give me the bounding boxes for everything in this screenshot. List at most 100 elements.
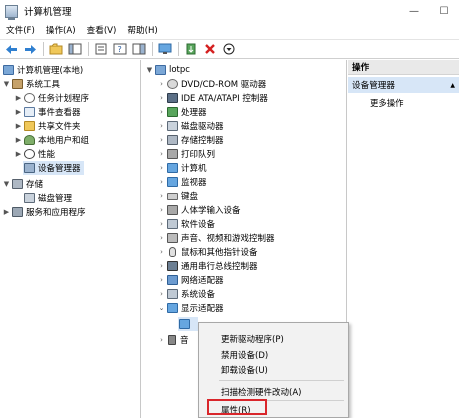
expand-arrow-icon[interactable]: ▶ (14, 94, 23, 102)
expand-arrow-icon[interactable]: › (157, 276, 166, 284)
expand-arrow-icon[interactable]: › (157, 336, 166, 344)
console-tree-button[interactable] (67, 41, 83, 57)
device-category-hid[interactable]: › 人体学输入设备 (157, 203, 241, 217)
menu-file[interactable]: 文件(F) (1, 24, 40, 36)
collapse-arrow-icon[interactable]: ▼ (2, 180, 11, 188)
usb-icon (167, 261, 178, 271)
expand-arrow-icon[interactable]: › (157, 108, 166, 116)
device-category-disk-drives[interactable]: › 磁盘驱动器 (157, 119, 224, 133)
device-category-audio-partial[interactable]: › 音 (157, 333, 189, 347)
device-category-system-devices[interactable]: › 系统设备 (157, 287, 215, 301)
tree-item-local-users[interactable]: ▶ 本地用户和组 (14, 133, 89, 147)
menu-item-uninstall-device[interactable]: 卸载设备(U) (221, 364, 268, 376)
tree-item-event-viewer[interactable]: ▶ 事件查看器 (14, 105, 81, 119)
expand-arrow-icon[interactable]: › (157, 192, 166, 200)
back-button[interactable] (3, 41, 19, 57)
menu-help[interactable]: 帮助(H) (122, 24, 162, 36)
menu-action[interactable]: 操作(A) (41, 24, 81, 36)
device-category-monitors[interactable]: › 监视器 (157, 175, 207, 189)
actions-pane: 操作 设备管理器 ▲ 更多操作 (348, 60, 459, 418)
maximize-button[interactable]: ☐ (429, 0, 459, 22)
scan-hardware-toolbar-button[interactable] (157, 41, 173, 57)
expand-arrow-icon[interactable]: › (157, 220, 166, 228)
menu-item-update-driver[interactable]: 更新驱动程序(P) (221, 333, 284, 345)
properties-icon (95, 43, 107, 55)
show-hide-action-pane-button[interactable] (131, 41, 147, 57)
expand-arrow-icon[interactable]: › (157, 122, 166, 130)
expand-arrow-icon[interactable]: › (157, 80, 166, 88)
printer-icon (167, 149, 178, 159)
device-category-network-adapters[interactable]: › 网络适配器 (157, 273, 224, 287)
device-tree-root[interactable]: ▼ lotpc (145, 63, 190, 77)
device-category-keyboards[interactable]: › 键盘 (157, 189, 198, 203)
device-category-processors[interactable]: › 处理器 (157, 105, 207, 119)
properties-toolbar-button[interactable] (93, 41, 109, 57)
keyboard-icon (167, 192, 178, 200)
tree-item-storage[interactable]: ▼ 存储 (2, 177, 43, 191)
device-category-display-adapters[interactable]: ⌄ 显示适配器 (157, 301, 224, 315)
toolbar-separator (152, 42, 153, 56)
collapse-arrow-icon[interactable]: ▼ (2, 80, 11, 88)
expand-arrow-icon[interactable]: › (157, 234, 166, 242)
expand-arrow-icon[interactable]: › (157, 94, 166, 102)
device-category-print-queues[interactable]: › 打印队列 (157, 147, 215, 161)
collapse-up-icon[interactable]: ▲ (450, 82, 455, 89)
menu-bar: 文件(F) 操作(A) 查看(V) 帮助(H) (0, 22, 459, 38)
device-display-adapter-child[interactable] (178, 317, 198, 331)
menu-item-scan-hardware[interactable]: 扫描检测硬件改动(A) (221, 386, 301, 398)
monitor-icon (158, 43, 172, 54)
computer-icon (155, 65, 166, 75)
expand-arrow-icon[interactable]: › (157, 150, 166, 158)
device-category-dvd[interactable]: › DVD/CD-ROM 驱动器 (157, 77, 266, 91)
device-category-sound[interactable]: › 声音、视频和游戏控制器 (157, 231, 275, 245)
expand-arrow-icon[interactable]: › (157, 290, 166, 298)
more-actions-link[interactable]: 更多操作 (370, 97, 404, 109)
expand-arrow-icon[interactable]: › (157, 248, 166, 256)
help-button[interactable]: ? (112, 41, 128, 57)
expand-arrow-icon[interactable]: ▶ (14, 136, 23, 144)
expand-arrow-icon[interactable]: › (157, 164, 166, 172)
expand-arrow-icon[interactable]: › (157, 178, 166, 186)
expand-arrow-icon[interactable]: › (157, 206, 166, 214)
device-category-ide[interactable]: › IDE ATA/ATAPI 控制器 (157, 91, 268, 105)
device-category-mice[interactable]: › 鼠标和其他指针设备 (157, 245, 258, 259)
update-driver-toolbar-button[interactable] (183, 41, 199, 57)
up-folder-button[interactable] (48, 41, 64, 57)
enable-toolbar-button[interactable] (221, 41, 237, 57)
computer-management-icon (5, 4, 18, 20)
expand-arrow-icon[interactable]: ▶ (2, 208, 11, 216)
collapse-arrow-icon[interactable]: ⌄ (157, 304, 166, 312)
storage-icon (12, 179, 23, 189)
tree-item-device-manager[interactable]: 设备管理器 (23, 161, 84, 175)
minimize-button[interactable]: — (399, 0, 429, 22)
processor-icon (167, 107, 178, 117)
tree-item-task-scheduler[interactable]: ▶ 任务计划程序 (14, 91, 89, 105)
expand-arrow-icon[interactable]: › (157, 136, 166, 144)
collapse-arrow-icon[interactable]: ▼ (145, 66, 154, 74)
forward-button[interactable] (22, 41, 38, 57)
expand-arrow-icon[interactable]: ▶ (14, 150, 23, 158)
device-category-usb[interactable]: › 通用串行总线控制器 (157, 259, 258, 273)
actions-section-device-manager[interactable]: 设备管理器 ▲ (348, 77, 459, 93)
tree-item-computer-management[interactable]: 计算机管理(本地) (2, 63, 83, 77)
expand-arrow-icon[interactable]: ▶ (14, 122, 23, 130)
menu-view[interactable]: 查看(V) (82, 24, 122, 36)
red-x-icon (205, 44, 215, 54)
network-adapter-icon (167, 275, 178, 285)
window-title: 计算机管理 (24, 7, 72, 18)
tree-item-shared-folders[interactable]: ▶ 共享文件夹 (14, 119, 81, 133)
uninstall-toolbar-button[interactable] (202, 41, 218, 57)
tree-item-services-apps[interactable]: ▶ 服务和应用程序 (2, 205, 86, 219)
expand-arrow-icon[interactable]: › (157, 262, 166, 270)
expand-arrow-icon[interactable]: ▶ (14, 108, 23, 116)
tools-icon (12, 79, 23, 89)
tree-item-performance[interactable]: ▶ 性能 (14, 147, 55, 161)
properties-highlight-box (207, 399, 267, 415)
device-category-software-devices[interactable]: › 软件设备 (157, 217, 215, 231)
action-pane-icon (132, 43, 146, 55)
device-category-computer[interactable]: › 计算机 (157, 161, 207, 175)
tree-item-system-tools[interactable]: ▼ 系统工具 (2, 77, 60, 91)
device-category-storage-controllers[interactable]: › 存储控制器 (157, 133, 224, 147)
menu-item-disable-device[interactable]: 禁用设备(D) (221, 349, 268, 361)
tree-item-disk-management[interactable]: 磁盘管理 (23, 191, 72, 205)
